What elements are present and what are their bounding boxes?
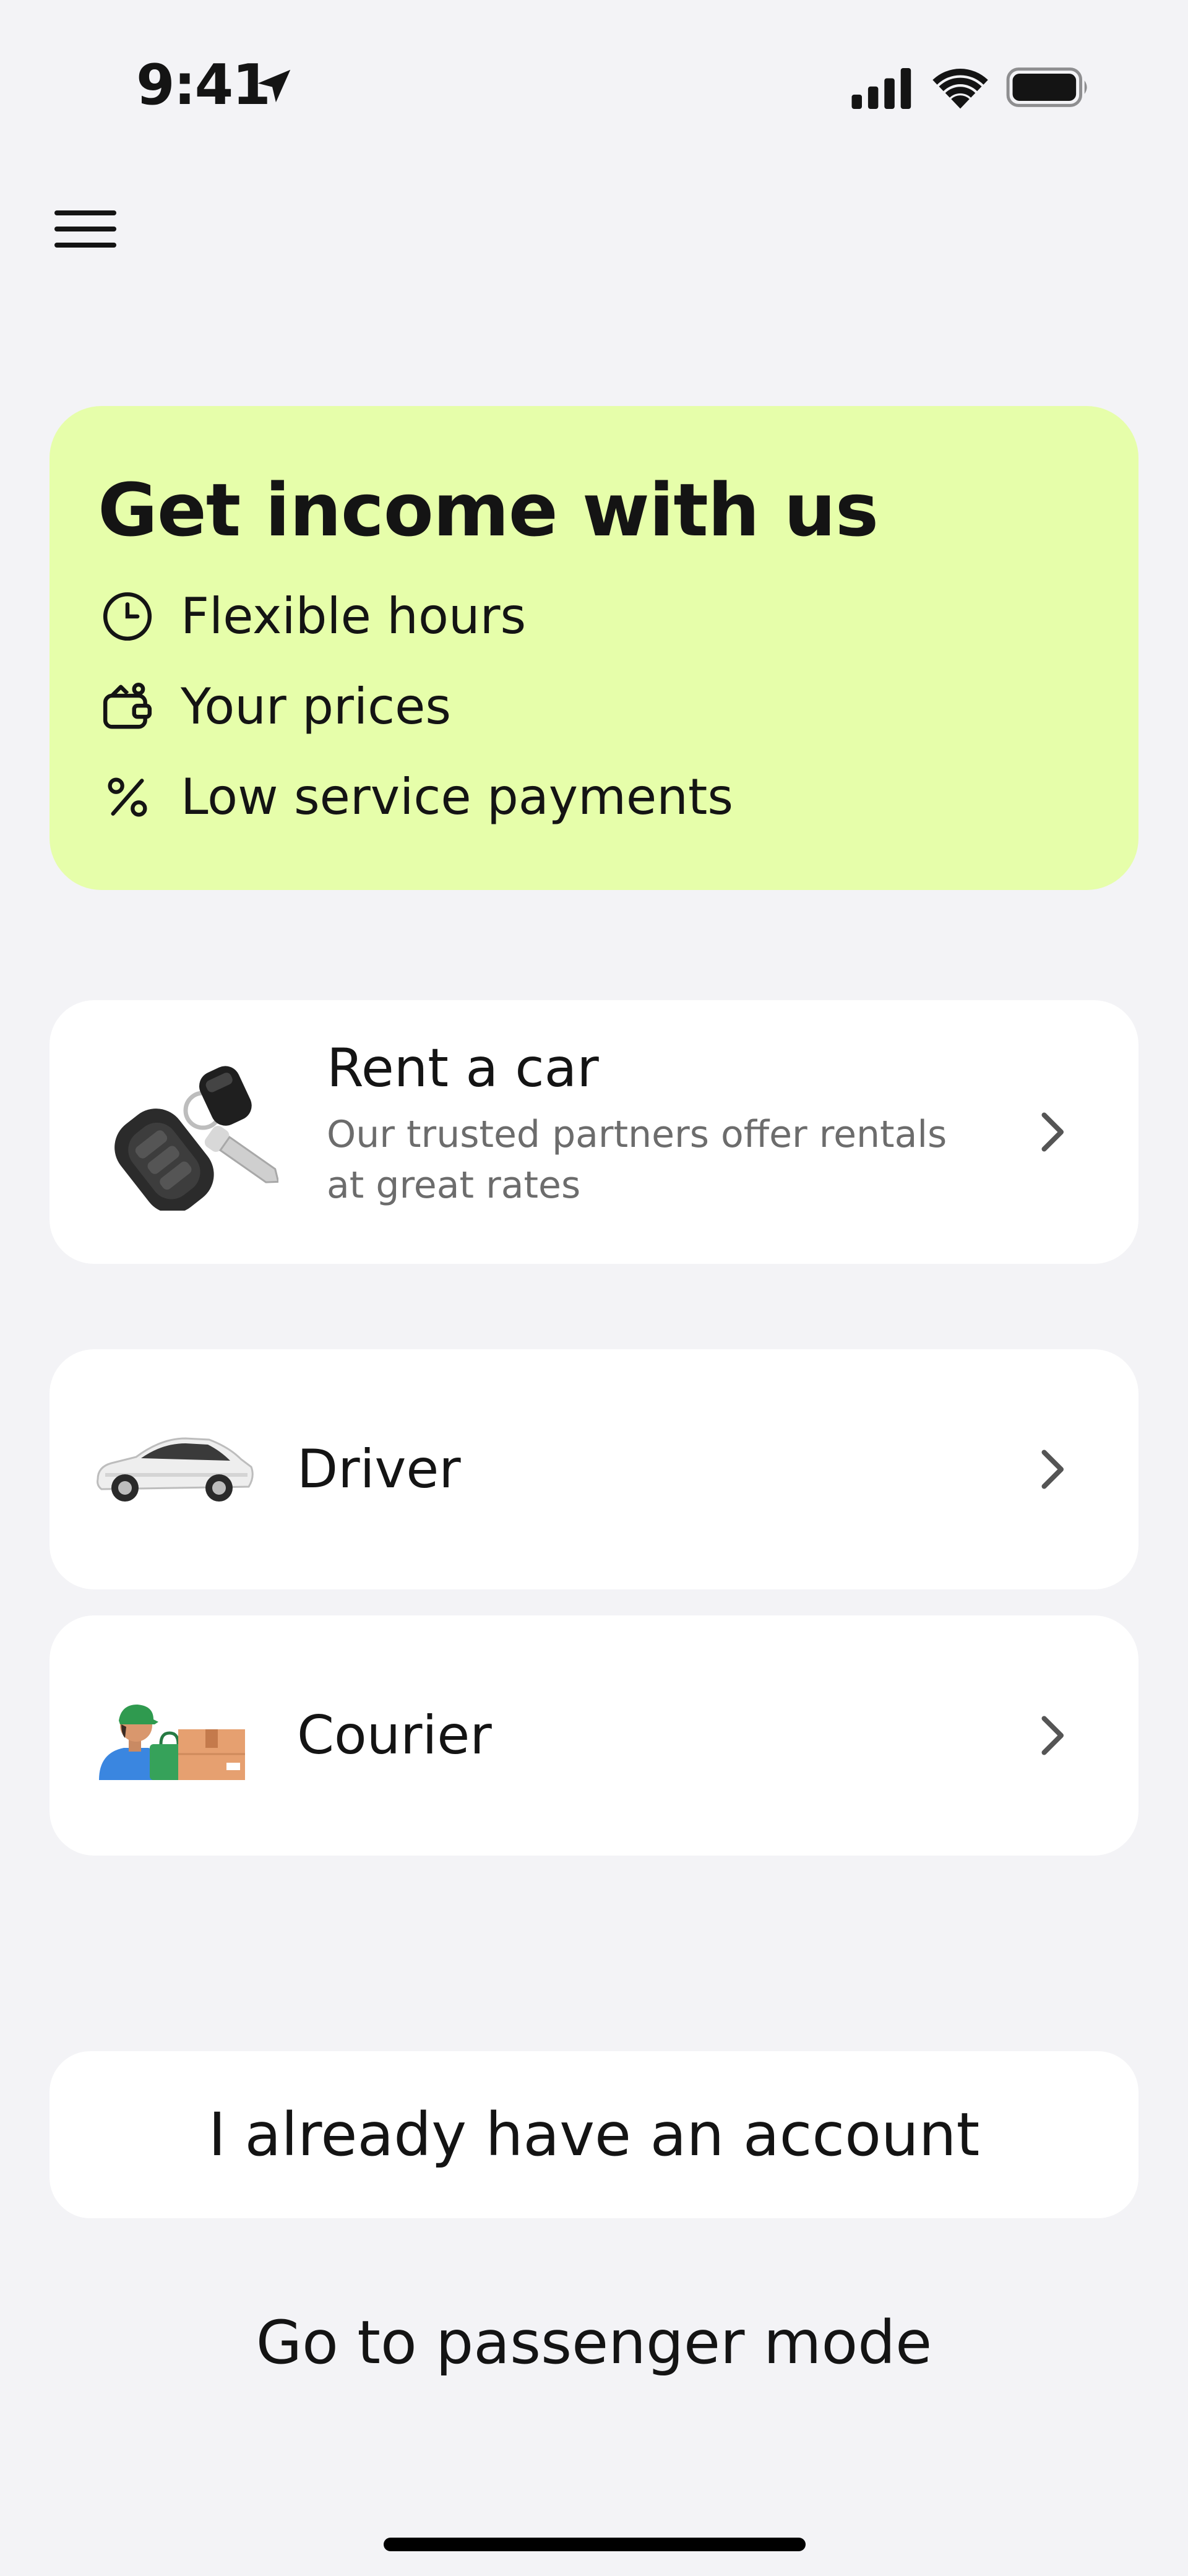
courier-title: Courier [297, 1705, 492, 1766]
driver-card[interactable]: Driver [50, 1349, 1138, 1589]
courier-icon [99, 1705, 245, 1780]
rent-subtitle-line2: at great rates [327, 1164, 581, 1207]
feature-label: Your prices [181, 678, 451, 735]
clock-icon [98, 587, 157, 646]
income-promo-card: Get income with us Flexible hours Your p… [50, 406, 1138, 890]
driver-title: Driver [297, 1438, 461, 1500]
promo-title: Get income with us [98, 467, 879, 553]
feature-your-prices: Your prices [98, 676, 451, 738]
battery-icon [1006, 67, 1087, 107]
rent-a-car-card[interactable]: Rent a car Our trusted partners offer re… [50, 1000, 1138, 1264]
chevron-right-icon [1041, 1716, 1064, 1755]
feature-label: Low service payments [181, 768, 734, 826]
hamburger-menu-icon[interactable] [48, 204, 123, 254]
rent-subtitle-line1: Our trusted partners offer rentals [327, 1113, 947, 1156]
chevron-right-icon [1041, 1112, 1064, 1152]
location-arrow-icon [257, 69, 291, 103]
chevron-right-icon [1041, 1450, 1064, 1489]
percent-icon [98, 767, 157, 827]
status-time: 9:41 [136, 53, 271, 118]
status-bar: 9:41 [0, 0, 1188, 155]
home-indicator[interactable] [384, 2538, 806, 2551]
cellular-signal-icon [851, 68, 911, 109]
wifi-icon [932, 69, 988, 109]
courier-card[interactable]: Courier [50, 1615, 1138, 1856]
car-icon [97, 1437, 254, 1502]
wallet-icon [98, 677, 157, 737]
feature-label: Flexible hours [181, 587, 527, 645]
existing-account-button[interactable]: I already have an account [50, 2051, 1138, 2218]
feature-low-payments: Low service payments [98, 766, 733, 828]
feature-flexible-hours: Flexible hours [98, 586, 526, 647]
rent-title: Rent a car [327, 1037, 599, 1099]
car-keys-icon [114, 1066, 278, 1211]
passenger-mode-link[interactable]: Go to passenger mode [0, 2302, 1188, 2383]
